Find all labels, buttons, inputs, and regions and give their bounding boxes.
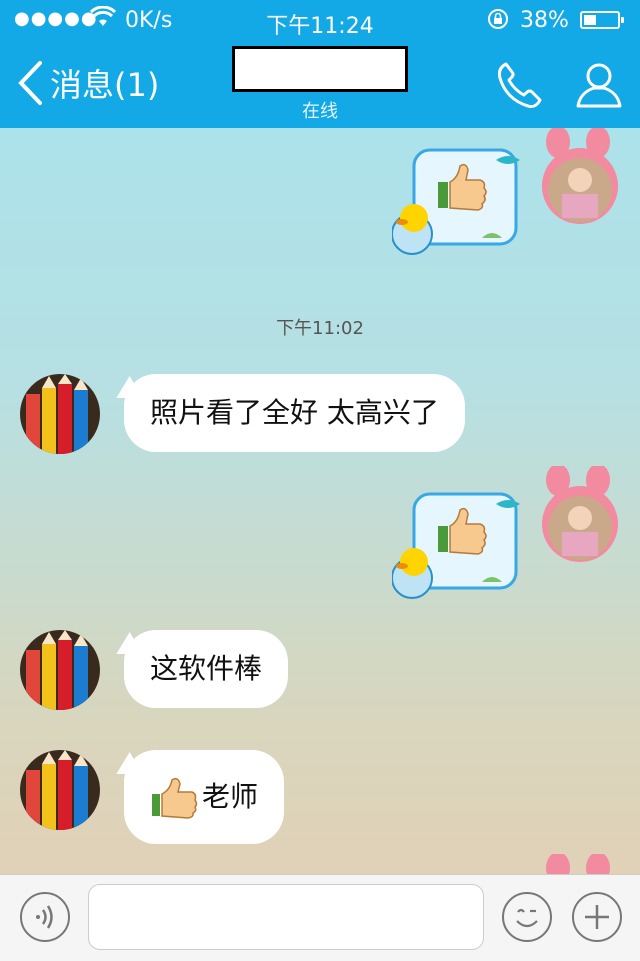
message-input[interactable] xyxy=(88,884,484,950)
thumbs-up-sticker[interactable] xyxy=(392,492,522,602)
my-avatar[interactable] xyxy=(536,128,626,238)
message-text: 照片看了全好 太高兴了 xyxy=(150,396,439,429)
plus-button[interactable] xyxy=(572,892,622,942)
call-button[interactable] xyxy=(492,58,546,112)
message-timestamp: 下午11:02 xyxy=(276,318,364,339)
message-bubble[interactable]: 照片看了全好 太高兴了 xyxy=(124,374,465,452)
person-icon xyxy=(576,63,622,108)
battery-icon xyxy=(580,11,624,29)
contact-name xyxy=(232,46,408,92)
peer-avatar[interactable] xyxy=(20,630,100,710)
phone-icon xyxy=(498,62,542,108)
input-bar xyxy=(0,874,640,961)
peer-avatar[interactable] xyxy=(20,374,100,454)
battery-percent: 38% xyxy=(520,8,569,33)
profile-button[interactable] xyxy=(572,58,626,112)
status-bar: ●●●●● 0K/s 下午11:24 38% xyxy=(0,0,640,40)
chat-area[interactable]: 下午11:02 照片看了全好 太高兴了 这软件棒 老师 xyxy=(0,128,640,874)
smiley-icon xyxy=(516,908,538,928)
thumbs-up-icon xyxy=(152,777,198,819)
message-text: 老师 xyxy=(202,780,259,813)
thumbs-up-sticker[interactable] xyxy=(392,148,522,258)
battery-fill xyxy=(584,15,596,25)
message-text: 这软件棒 xyxy=(150,652,263,685)
rotation-lock-icon xyxy=(486,7,510,36)
voice-icon xyxy=(36,905,53,929)
my-avatar[interactable] xyxy=(536,854,626,874)
emoji-button[interactable] xyxy=(502,892,552,942)
my-avatar[interactable] xyxy=(536,466,626,576)
voice-button[interactable] xyxy=(20,892,70,942)
plus-icon xyxy=(585,905,609,929)
message-bubble[interactable]: 这软件棒 xyxy=(124,630,289,708)
battery-tip xyxy=(621,17,624,23)
peer-avatar[interactable] xyxy=(20,750,100,830)
message-bubble[interactable]: 老师 xyxy=(124,750,285,844)
nav-bar: 消息(1) 在线 xyxy=(0,40,640,128)
